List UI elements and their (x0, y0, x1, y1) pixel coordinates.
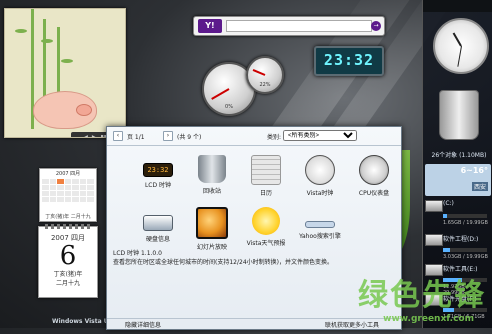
memory-gauge-needle (252, 69, 266, 76)
calendar-day: 6 (59, 241, 77, 271)
category-label: 类别: (267, 134, 282, 141)
memory-gauge-value: 22% (259, 82, 271, 88)
drive-item[interactable]: (C:) 1.65GB / 19.99GB (425, 200, 491, 234)
recycle-bin-icon[interactable] (439, 90, 479, 140)
hard-drive-icon (143, 215, 173, 231)
drive-size: 3.03GB / 19.99GB (443, 254, 488, 260)
gauge-icon (359, 155, 389, 185)
calendar-small-gadget[interactable]: 2007 四月 丁亥(猪)年 二月十九 (39, 168, 97, 222)
slideshow-icon (196, 207, 228, 239)
gadget-count: (共 9 个) (177, 134, 202, 141)
drive-size: 1.65GB / 19.99GB (443, 220, 488, 226)
pig-illustration (33, 91, 97, 129)
calendar-icon (251, 155, 281, 185)
drive-label: (C:) (443, 200, 454, 207)
yahoo-logo-icon: Y! (198, 19, 222, 33)
hard-drive-icon (425, 234, 443, 246)
page-indicator: 页 1/1 (127, 134, 145, 141)
gadget-caption: Vista天气预报 (246, 240, 286, 247)
weather-gadget[interactable]: 6~16° 西安 (425, 164, 491, 196)
calendar-weekday: 丁亥(猪)年 (53, 271, 83, 278)
gadget-caption: LCD 时钟 (144, 182, 172, 189)
gallery-footer: 隐藏详细信息 联机获取更多小工具 (107, 318, 401, 329)
drive-label: 软件工程(D:) (443, 236, 479, 243)
clock-hour-hand (452, 32, 462, 47)
bamboo-leaf (15, 29, 27, 33)
lcd-clock-gadget[interactable]: 23:32 (314, 46, 384, 76)
gadget-caption: 回收站 (202, 188, 221, 195)
gadget-vista-clock[interactable]: Vista时钟 (297, 155, 343, 197)
gadget-slideshow[interactable]: 幻灯片放映 (189, 207, 235, 251)
detail-title: LCD 时钟 1.1.0.0 (113, 250, 162, 257)
gadget-calendar[interactable]: 日历 (243, 155, 289, 197)
hard-drive-icon (425, 200, 443, 212)
cpu-gauge-needle (211, 88, 230, 100)
pig-snout (76, 104, 92, 116)
gadget-hard-drive[interactable]: 硬盘信息 (135, 207, 181, 243)
watermark-url: www.greenxf.com (383, 314, 474, 324)
gallery-toolbar: ‹ 页 1/1 › (共 9 个) 类别: <所有类别> (107, 127, 401, 146)
prev-icon[interactable]: ◀ (83, 134, 88, 138)
weather-icon (252, 207, 280, 235)
calendar-lunar: 二月十九 (55, 280, 80, 287)
lcd-clock-icon: 23:32 (143, 163, 173, 177)
sidebar-top-bar[interactable] (423, 0, 492, 12)
weather-city: 西安 (471, 182, 488, 191)
detail-description: 查看您所在时区或全球任何城市的时间(支持12/24小时制转换)，并文件颜色变换。 (113, 259, 333, 266)
gadget-caption: Vista时钟 (306, 190, 334, 197)
calendar-page-gadget[interactable]: 2007 四月 6 丁亥(猪)年 二月十九 (38, 224, 98, 298)
gadget-lcd-clock[interactable]: 23:32 LCD 时钟 (135, 155, 181, 189)
gadget-caption: 硬盘信息 (145, 236, 170, 243)
drive-usage-bar (443, 214, 487, 218)
bamboo-leaf (61, 59, 73, 63)
calendar-rings (45, 224, 91, 229)
recycle-bin-info: 26个对象 (1.10MB) (431, 152, 487, 159)
drive-usage-bar (443, 248, 487, 252)
gadget-caption: 日历 (259, 190, 272, 197)
slideshow-gadget[interactable]: ◀ ▶ ▮▮ ■ (4, 8, 126, 138)
clock-icon (305, 155, 335, 185)
next-page-button[interactable]: › (163, 131, 173, 141)
next-icon[interactable]: ▶ (92, 134, 97, 138)
search-go-button[interactable]: → (371, 21, 381, 31)
weather-temp: 6~16° (460, 166, 488, 175)
bamboo-leaf (41, 39, 53, 43)
calendar-small-footer: 丁亥(猪)年 二月十九 (45, 214, 91, 220)
calendar-small-header: 2007 四月 (55, 171, 81, 177)
calendar-small-grid (40, 177, 96, 204)
gadget-caption: Yahoo搜索引擎 (299, 233, 341, 240)
search-input[interactable] (226, 20, 372, 32)
gadget-cpu-meter[interactable]: CPU仪表盘 (351, 155, 397, 197)
drive-usage-fill (443, 214, 447, 218)
category-select[interactable]: <所有类别> (283, 130, 357, 141)
search-icon (305, 221, 335, 228)
cpu-gauge-value: 0% (225, 104, 233, 110)
analog-clock-gadget[interactable] (433, 18, 489, 74)
gadget-recycle-bin[interactable]: 回收站 (189, 155, 235, 195)
gadget-details: LCD 时钟 1.1.0.0 查看您所在时区或全球任何城市的时间(支持12/24… (113, 249, 393, 267)
clock-minute-hand (457, 45, 462, 67)
drive-item[interactable]: 软件工程(D:) 3.03GB / 19.99GB (425, 234, 491, 268)
gadget-yahoo-search[interactable]: Yahoo搜索引擎 (297, 207, 343, 240)
gadget-caption: CPU仪表盘 (358, 190, 390, 197)
gadget-weather[interactable]: Vista天气预报 (243, 207, 289, 247)
watermark-logo: 绿色先锋 (358, 278, 486, 313)
recycle-bin-icon (198, 155, 226, 183)
yahoo-search-gadget[interactable]: Y! → (193, 16, 385, 36)
drive-usage-fill (443, 248, 450, 252)
prev-page-button[interactable]: ‹ (113, 131, 123, 141)
memory-gauge[interactable]: 22% (246, 56, 284, 94)
